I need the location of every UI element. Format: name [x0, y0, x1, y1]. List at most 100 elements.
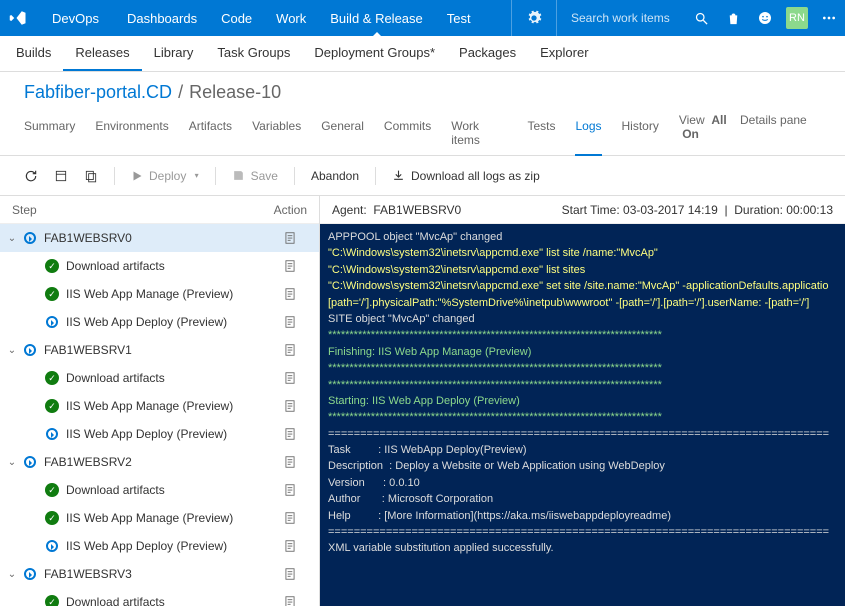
- step-action-icon[interactable]: [283, 259, 307, 273]
- running-icon: [24, 568, 36, 580]
- step-action-icon[interactable]: [283, 483, 307, 497]
- tab-history[interactable]: History: [622, 113, 659, 155]
- tab-artifacts[interactable]: Artifacts: [189, 113, 232, 155]
- step-action-icon[interactable]: [283, 343, 307, 357]
- step-action-icon[interactable]: [283, 315, 307, 329]
- step-action-icon[interactable]: [283, 399, 307, 413]
- step-task[interactable]: IIS Web App Deploy (Preview): [0, 420, 319, 448]
- step-task-label: Download artifacts: [66, 371, 283, 385]
- step-group[interactable]: ⌄FAB1WEBSRV0: [0, 224, 319, 252]
- subnav-builds[interactable]: Builds: [4, 36, 63, 71]
- abandon-button[interactable]: Abandon: [311, 169, 359, 183]
- step-task-label: IIS Web App Deploy (Preview): [66, 427, 283, 441]
- more-icon[interactable]: [813, 0, 845, 36]
- step-action-icon[interactable]: [283, 539, 307, 553]
- step-task[interactable]: ✓ Download artifacts: [0, 588, 319, 606]
- step-action-icon[interactable]: [283, 287, 307, 301]
- step-group[interactable]: ⌄FAB1WEBSRV3: [0, 560, 319, 588]
- global-topbar: DevOps Dashboards Code Work Build & Rele…: [0, 0, 845, 36]
- shopping-bag-icon[interactable]: [717, 0, 749, 36]
- step-task[interactable]: ✓ IIS Web App Manage (Preview): [0, 280, 319, 308]
- topbar-right: RN: [505, 0, 845, 36]
- gear-icon[interactable]: [518, 0, 550, 36]
- running-icon: [24, 344, 36, 356]
- step-action-icon[interactable]: [283, 567, 307, 581]
- deploy-button[interactable]: Deploy ▾: [131, 169, 199, 183]
- step-task-label: IIS Web App Manage (Preview): [66, 287, 283, 301]
- step-group-label: FAB1WEBSRV2: [44, 455, 283, 469]
- release-tabs: Summary Environments Artifacts Variables…: [0, 107, 845, 156]
- agent-name: FAB1WEBSRV0: [373, 203, 461, 217]
- search-box[interactable]: [563, 11, 685, 25]
- tab-tests[interactable]: Tests: [527, 113, 555, 155]
- tab-general[interactable]: General: [321, 113, 364, 155]
- subnav-deploymentgroups[interactable]: Deployment Groups*: [302, 36, 447, 71]
- step-action-icon[interactable]: [283, 595, 307, 606]
- open-in-new-button[interactable]: [54, 169, 68, 183]
- tab-variables[interactable]: Variables: [252, 113, 301, 155]
- topnav-work[interactable]: Work: [264, 0, 318, 36]
- brand-label[interactable]: DevOps: [36, 11, 115, 26]
- tab-workitems[interactable]: Work items: [451, 113, 507, 155]
- step-task-label: IIS Web App Deploy (Preview): [66, 539, 283, 553]
- separator: [114, 167, 115, 185]
- chevron-down-icon: ⌄: [6, 345, 18, 356]
- step-task[interactable]: ✓Download artifacts: [0, 252, 319, 280]
- subnav-explorer[interactable]: Explorer: [528, 36, 600, 71]
- tab-logs[interactable]: Logs: [575, 113, 601, 156]
- topnav-build-release[interactable]: Build & Release: [318, 0, 435, 36]
- step-group-label: FAB1WEBSRV3: [44, 567, 283, 581]
- step-task-label: IIS Web App Manage (Preview): [66, 511, 283, 525]
- crumb-definition-link[interactable]: Fabfiber-portal.CD: [24, 82, 172, 103]
- check-icon: ✓: [45, 595, 59, 606]
- step-task[interactable]: ✓Download artifacts: [0, 364, 319, 392]
- download-logs-button[interactable]: Download all logs as zip: [392, 169, 540, 183]
- topnav-test[interactable]: Test: [435, 0, 483, 36]
- step-task-label: Download artifacts: [66, 483, 283, 497]
- search-input[interactable]: [571, 11, 681, 25]
- step-action-icon[interactable]: [283, 511, 307, 525]
- subnav-library[interactable]: Library: [142, 36, 206, 71]
- step-task[interactable]: ✓IIS Web App Manage (Preview): [0, 392, 319, 420]
- refresh-button[interactable]: [24, 169, 38, 183]
- step-task[interactable]: IIS Web App Deploy (Preview): [0, 532, 319, 560]
- tab-environments[interactable]: Environments: [95, 113, 168, 155]
- step-task-label: IIS Web App Deploy (Preview): [66, 315, 283, 329]
- check-icon: ✓: [45, 287, 59, 301]
- running-icon: [46, 540, 58, 552]
- step-task[interactable]: ✓Download artifacts: [0, 476, 319, 504]
- subnav-packages[interactable]: Packages: [447, 36, 528, 71]
- log-panel: Agent: FAB1WEBSRV0 Start Time: 03-03-201…: [320, 196, 845, 606]
- topnav-dashboards[interactable]: Dashboards: [115, 0, 209, 36]
- running-icon: [46, 316, 58, 328]
- step-action-icon[interactable]: [283, 231, 307, 245]
- smiley-icon[interactable]: [749, 0, 781, 36]
- step-action-icon[interactable]: [283, 455, 307, 469]
- log-toolbar: Deploy ▾ Save Abandon Download all logs …: [0, 156, 845, 196]
- step-task[interactable]: IIS Web App Deploy (Preview): [0, 308, 319, 336]
- user-avatar[interactable]: RN: [781, 0, 813, 36]
- step-task-label: Download artifacts: [66, 595, 283, 606]
- breadcrumb: Fabfiber-portal.CD / Release-10: [0, 72, 845, 107]
- step-action-icon[interactable]: [283, 371, 307, 385]
- step-action-icon[interactable]: [283, 427, 307, 441]
- tab-summary[interactable]: Summary: [24, 113, 75, 155]
- tab-commits[interactable]: Commits: [384, 113, 431, 155]
- topnav-code[interactable]: Code: [209, 0, 264, 36]
- search-icon[interactable]: [685, 0, 717, 36]
- top-nav: Dashboards Code Work Build & Release Tes…: [115, 0, 483, 36]
- avatar-initials: RN: [786, 7, 808, 29]
- save-button[interactable]: Save: [232, 169, 278, 183]
- running-icon: [24, 456, 36, 468]
- copy-button[interactable]: [84, 169, 98, 183]
- check-icon: ✓: [45, 259, 59, 273]
- step-task[interactable]: ✓IIS Web App Manage (Preview): [0, 504, 319, 532]
- step-group[interactable]: ⌄FAB1WEBSRV2: [0, 448, 319, 476]
- subnav-releases[interactable]: Releases: [63, 36, 141, 71]
- separator: [215, 167, 216, 185]
- log-console[interactable]: APPPOOL object "MvcAp" changed "C:\Windo…: [320, 224, 845, 606]
- step-group[interactable]: ⌄FAB1WEBSRV1: [0, 336, 319, 364]
- view-toggle[interactable]: View All Details pane On: [679, 113, 821, 155]
- subnav-taskgroups[interactable]: Task Groups: [205, 36, 302, 71]
- vs-logo-icon[interactable]: [0, 9, 36, 27]
